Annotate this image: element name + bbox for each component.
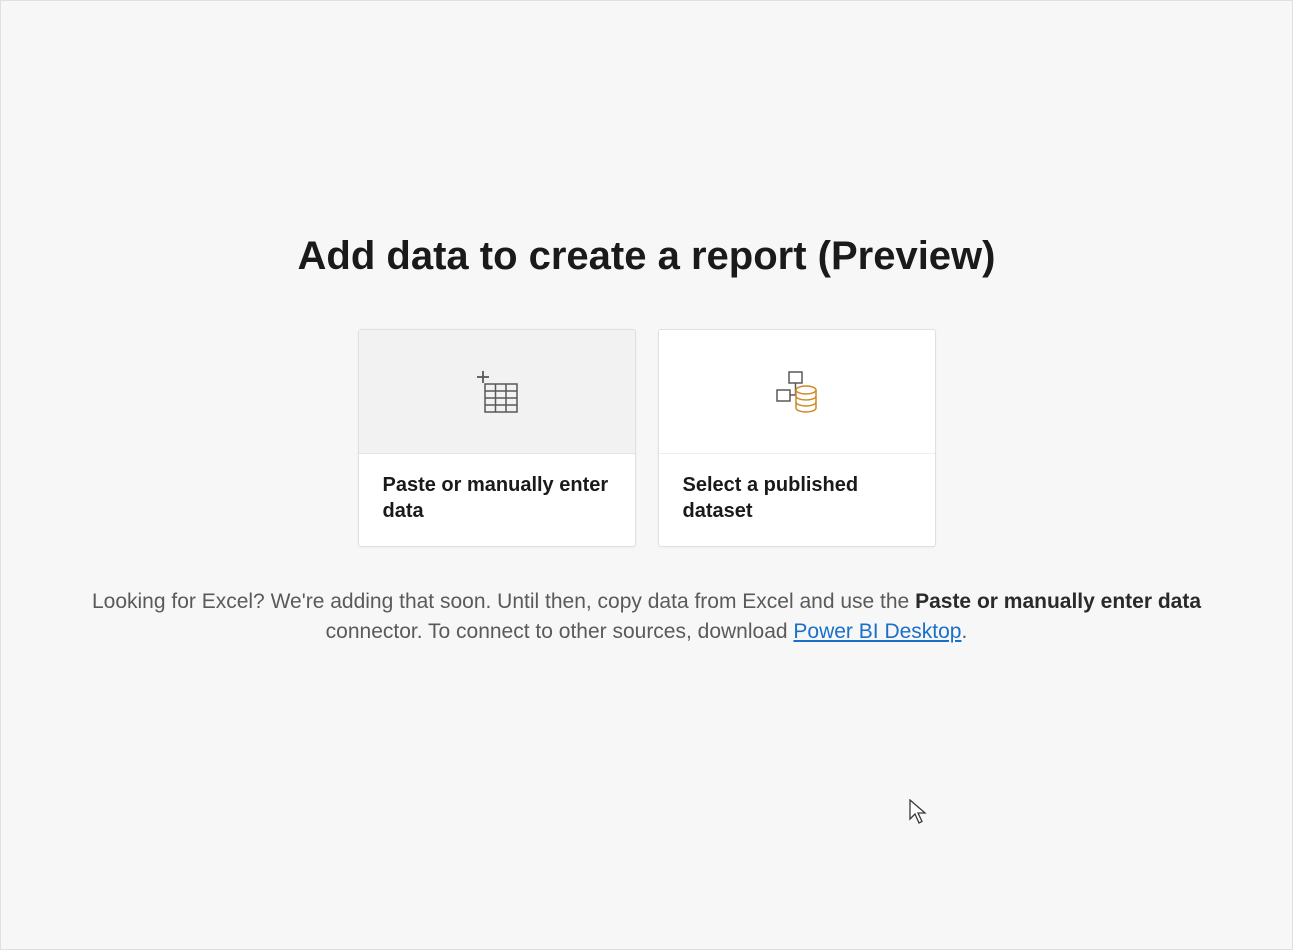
help-text: Looking for Excel? We're adding that soo… xyxy=(27,587,1267,646)
card-label-area: Paste or manually enter data xyxy=(359,453,635,546)
card-label: Paste or manually enter data xyxy=(383,472,611,524)
page-title: Add data to create a report (Preview) xyxy=(298,234,996,279)
help-text-bold: Paste or manually enter data xyxy=(915,590,1201,613)
card-icon-area xyxy=(659,330,935,453)
cursor-icon xyxy=(909,799,929,825)
card-select-dataset[interactable]: Select a published dataset xyxy=(658,329,936,547)
dataset-icon xyxy=(771,366,823,418)
help-text-part3: . xyxy=(961,620,967,643)
cards-row: Paste or manually enter data xyxy=(358,329,936,547)
card-icon-area xyxy=(359,330,635,453)
help-text-part2: connector. To connect to other sources, … xyxy=(326,620,794,643)
power-bi-desktop-link[interactable]: Power BI Desktop xyxy=(793,620,961,643)
card-paste-data[interactable]: Paste or manually enter data xyxy=(358,329,636,547)
help-text-part1: Looking for Excel? We're adding that soo… xyxy=(92,590,915,613)
card-label: Select a published dataset xyxy=(683,472,911,524)
card-label-area: Select a published dataset xyxy=(659,453,935,546)
table-plus-icon xyxy=(473,368,521,416)
